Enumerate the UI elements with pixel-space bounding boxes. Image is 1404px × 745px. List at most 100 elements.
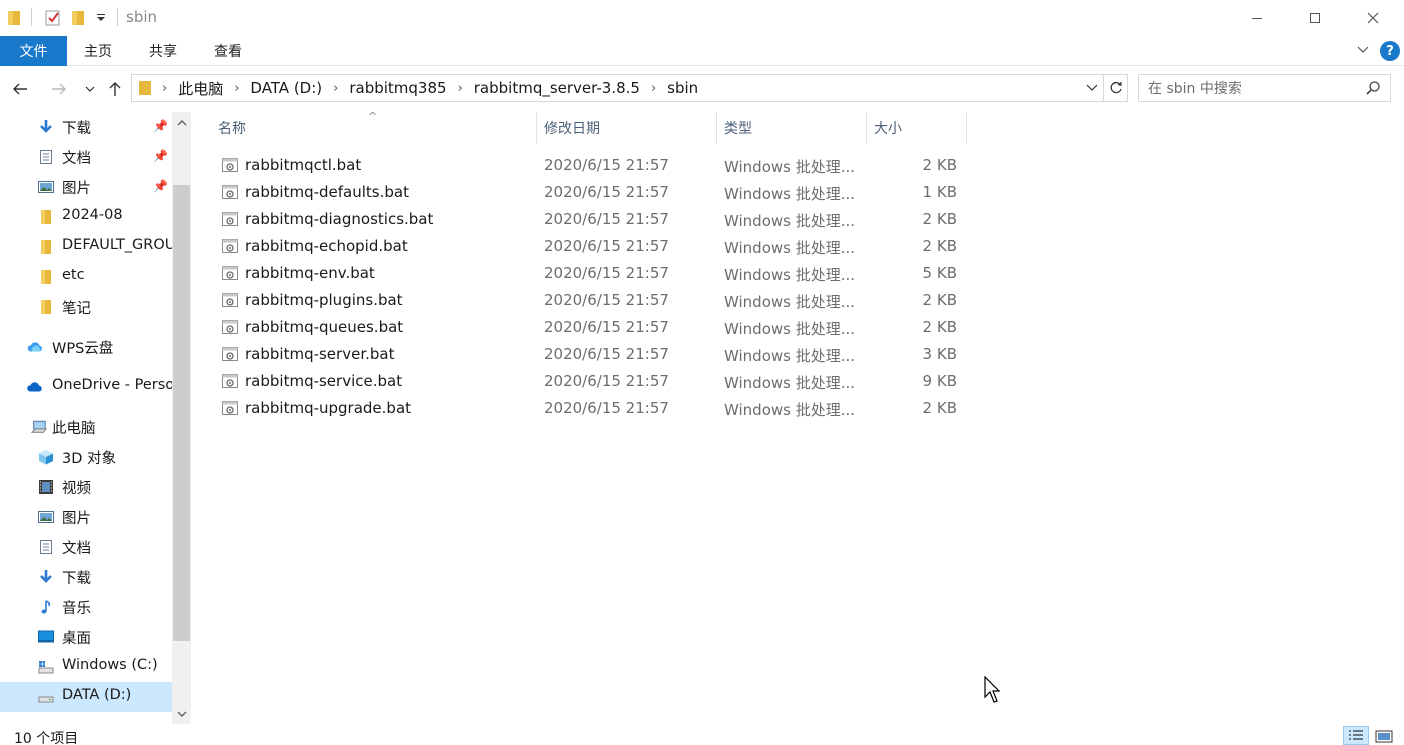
file-row[interactable]: rabbitmq-server.bat 2020/6/15 21:57 Window… [216,341,968,368]
sidebar-item-documents-pinned[interactable]: 文档 📌 [0,142,172,172]
breadcrumb-chevron-icon[interactable]: › [651,81,656,96]
breadcrumb-chevron-icon[interactable]: › [234,81,239,96]
scroll-down-arrow-icon[interactable] [172,705,191,722]
customize-toolbar-chevron-icon[interactable] [96,9,106,27]
close-button[interactable] [1344,0,1402,36]
large-icons-view-button[interactable] [1371,726,1397,745]
search-input[interactable]: 在 sbin 中搜索 [1138,74,1391,102]
file-row[interactable]: rabbitmq-plugins.bat 2020/6/15 21:57 Windo… [216,287,968,314]
breadcrumb-data-drive[interactable]: DATA (D:) [250,79,322,97]
sidebar-item-onedrive[interactable]: OneDrive - Perso [0,372,172,402]
file-row[interactable]: rabbitmq-upgrade.bat 2020/6/15 21:57 Windo… [216,395,968,422]
forward-button[interactable] [48,78,70,100]
new-folder-icon[interactable] [70,9,86,27]
sidebar-item-folder-notes[interactable]: 笔记 [0,292,172,322]
breadcrumb-rabbitmq385[interactable]: rabbitmq385 [349,79,446,97]
column-divider[interactable] [716,112,717,144]
sidebar-scrollbar[interactable] [172,112,191,724]
properties-check-icon[interactable] [44,9,62,27]
recent-locations-button[interactable] [79,78,101,100]
sidebar-item-wps-cloud[interactable]: WPS云盘 [0,332,172,362]
column-divider[interactable] [966,112,967,144]
tab-share[interactable]: 共享 [149,36,177,66]
file-row[interactable]: rabbitmq-env.bat 2020/6/15 21:57 Windows 批… [216,260,968,287]
file-name: rabbitmq-echopid.bat [245,237,408,255]
sidebar-item-pictures-pinned[interactable]: 图片 📌 [0,172,172,202]
breadcrumb-rabbitmq-server[interactable]: rabbitmq_server-3.8.5 [474,79,640,97]
file-date: 2020/6/15 21:57 [544,372,669,390]
batch-file-icon [222,374,238,388]
divider [117,8,118,26]
sidebar-item-videos[interactable]: 视频 [0,472,172,502]
file-size: 2 KB [922,237,957,255]
column-header-name[interactable]: 名称 [218,112,246,144]
tab-home[interactable]: 主页 [84,36,112,66]
sidebar-item-desktop[interactable]: 桌面 [0,622,172,652]
address-bar[interactable]: › 此电脑 › DATA (D:) › rabbitmq385 › rabbit… [131,74,1104,102]
up-button[interactable] [104,78,126,100]
file-date: 2020/6/15 21:57 [544,291,669,309]
file-row[interactable]: rabbitmq-diagnostics.bat 2020/6/15 21:57 W… [216,206,968,233]
help-icon[interactable]: ? [1380,41,1400,61]
address-history-dropdown-icon[interactable] [1086,82,1098,96]
breadcrumb-chevron-icon[interactable]: › [333,81,338,96]
search-placeholder: 在 sbin 中搜索 [1148,81,1242,97]
window-title: sbin [126,8,158,26]
file-name: rabbitmq-plugins.bat [245,291,403,309]
file-row[interactable]: rabbitmq-service.bat 2020/6/15 21:57 Windo… [216,368,968,395]
search-icon[interactable] [1365,80,1381,96]
sidebar-item-documents[interactable]: 文档 [0,532,172,562]
breadcrumb-this-pc[interactable]: 此电脑 [178,78,223,99]
batch-file-icon [222,401,238,415]
file-size: 9 KB [922,372,957,390]
batch-file-icon [222,185,238,199]
sidebar-item-folder-2024-08[interactable]: 2024-08 [0,202,172,232]
sidebar-item-pictures[interactable]: 图片 [0,502,172,532]
file-name: rabbitmq-defaults.bat [245,183,409,201]
file-row[interactable]: rabbitmq-echopid.bat 2020/6/15 21:57 Windo… [216,233,968,260]
sidebar-item-downloads[interactable]: 下载 [0,562,172,592]
back-arrow-icon [13,83,27,95]
navigation-pane: 下载 📌 文档 📌 图片 📌 2024-08 DEFAULT_GROU etc … [0,112,192,724]
column-header-date[interactable]: 修改日期 [544,112,600,144]
3d-objects-icon [39,450,53,465]
breadcrumb-chevron-icon[interactable]: › [458,81,463,96]
details-view-icon [1349,729,1363,740]
details-view-button[interactable] [1343,726,1369,745]
maximize-button[interactable] [1286,0,1344,36]
scrollbar-thumb[interactable] [173,185,190,641]
file-date: 2020/6/15 21:57 [544,156,669,174]
sidebar-item-downloads-pinned[interactable]: 下载 📌 [0,112,172,142]
sidebar-item-folder-etc[interactable]: etc [0,262,172,292]
file-row[interactable]: rabbitmq-defaults.bat 2020/6/15 21:57 Wind… [216,179,968,206]
breadcrumb-sbin[interactable]: sbin [667,79,698,97]
file-name: rabbitmq-env.bat [245,264,375,282]
sidebar-item-music[interactable]: 音乐 [0,592,172,622]
batch-file-icon [222,212,238,226]
folder-icon [41,210,51,224]
file-row[interactable]: rabbitmqctl.bat 2020/6/15 21:57 Windows 批处… [216,152,968,179]
minimize-button[interactable] [1228,0,1286,36]
column-header-type[interactable]: 类型 [724,112,752,144]
expand-ribbon-icon[interactable] [1356,42,1370,60]
document-icon [40,540,52,554]
column-header-size[interactable]: 大小 [874,112,902,144]
file-type: Windows 批处理... [724,158,856,176]
file-row[interactable]: rabbitmq-queues.bat 2020/6/15 21:57 Window… [216,314,968,341]
scroll-up-arrow-icon[interactable] [172,114,191,131]
column-divider[interactable] [866,112,867,144]
refresh-button[interactable] [1104,74,1128,102]
column-divider[interactable] [536,112,537,144]
sidebar-item-data-d[interactable]: DATA (D:) [0,682,172,712]
sidebar-item-3d-objects[interactable]: 3D 对象 [0,442,172,472]
sidebar-item-windows-c[interactable]: Windows (C:) [0,652,172,682]
tab-file[interactable]: 文件 [0,36,67,66]
sidebar-item-this-pc[interactable]: 此电脑 [0,412,172,442]
file-size: 2 KB [922,399,957,417]
navigation-bar: › 此电脑 › DATA (D:) › rabbitmq385 › rabbit… [0,66,1404,112]
back-button[interactable] [9,78,31,100]
breadcrumb-chevron-icon[interactable]: › [162,81,167,96]
tab-view[interactable]: 查看 [214,36,242,66]
sidebar-item-folder-default-group[interactable]: DEFAULT_GROU [0,232,172,262]
file-type: Windows 批处理... [724,212,856,230]
